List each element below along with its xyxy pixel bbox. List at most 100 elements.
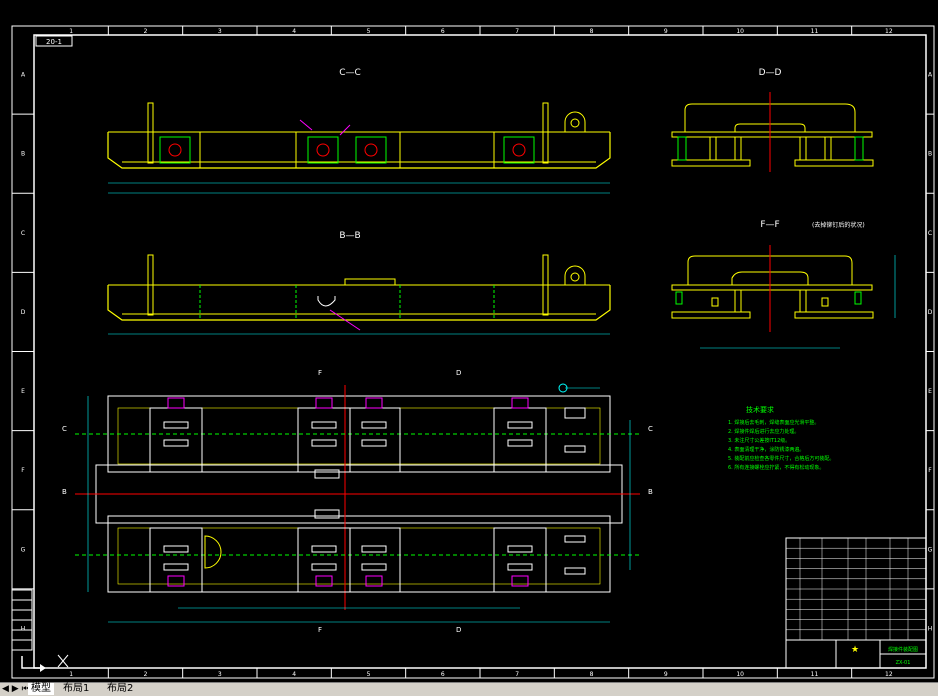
cc-post-right: [542, 102, 549, 164]
column-number-bottom: 8: [590, 671, 594, 678]
dd-web-1: [677, 136, 687, 161]
revision-block: [11, 589, 33, 651]
cc-bearing-3: [355, 136, 387, 164]
cc-lug-hole: [570, 118, 580, 128]
column-number-top: 1: [69, 28, 73, 35]
view-dd: D—D: [671, 68, 874, 172]
bb-hook: [317, 296, 336, 307]
row-letter-left: D: [21, 309, 26, 316]
drawing-number: ZX-01: [896, 660, 911, 666]
tech-line: 4. 表面清理干净，涂防锈漆两遍。: [728, 446, 804, 453]
ff-base-right: [794, 311, 874, 319]
cad-drawing-canvas[interactable]: 1 1 2 2 3 3 4 4 5 5 6 6 7 7 8 8 9 9 10 10 11 11 12 12 AABBCCDDE…: [0, 0, 938, 682]
tech-title: 技术要求: [746, 405, 774, 414]
tech-line: 6. 所有连接螺栓应拧紧，不得有松动现象。: [728, 464, 824, 471]
column-number-top: 11: [811, 28, 819, 35]
dd-web-6: [854, 136, 864, 161]
plan-slot-9: [163, 545, 189, 553]
plan-center-block-1: [314, 469, 340, 479]
section-mark-f-bottom: F: [318, 626, 322, 634]
title-text: 焊接件装配图: [888, 646, 918, 653]
cc-bearing-2-bore: [316, 143, 330, 157]
tech-line: 3. 未注尺寸公差按IT12级。: [728, 437, 790, 444]
section-mark-b-left: B: [62, 488, 67, 496]
sheet-code: 20-1: [46, 38, 62, 46]
section-mark-d-top: D: [456, 369, 461, 377]
technical-requirements: 技术要求 1. 焊接后去毛刺，焊缝表面应光滑平整。 2. 焊接件焊后进行去应力处理…: [728, 405, 834, 471]
tab-model[interactable]: 模型: [28, 683, 54, 695]
view-plan: [75, 383, 640, 623]
bb-plate: [344, 278, 396, 286]
tech-line: 5. 装配前应检查各零件尺寸，合格后方可装配。: [728, 455, 834, 462]
dd-base-right: [794, 159, 874, 167]
cc-leader-1: [299, 119, 313, 131]
bb-lug-hole: [570, 272, 580, 282]
plan-bolt-8: [511, 575, 529, 587]
section-markers: C C B B F F D D: [62, 369, 653, 634]
cc-bearing-1-bore: [168, 143, 182, 157]
plan-detail-circle: [204, 535, 222, 569]
plan-slot-2: [163, 439, 189, 447]
plan-bolt-3: [365, 397, 383, 409]
column-number-top: 12: [885, 28, 893, 35]
bb-lug: [564, 265, 586, 285]
column-number-top: 7: [515, 28, 519, 35]
section-mark-d-bottom: D: [456, 626, 461, 634]
column-number-top: 2: [144, 28, 148, 35]
plan-side-tab-2: [564, 445, 586, 453]
column-number-top: 6: [441, 28, 445, 35]
plan-side-tab-1: [564, 407, 586, 419]
column-number-top: 5: [367, 28, 371, 35]
row-letter-right: B: [928, 151, 932, 158]
ff-slot-4: [854, 291, 862, 305]
plan-slot-5: [361, 421, 387, 429]
title-symbol: ★: [851, 645, 859, 655]
ucs-icon: [21, 654, 69, 672]
plan-center-block-2: [314, 509, 340, 519]
plan-slot-7: [507, 421, 533, 429]
plan-bolt-7: [365, 575, 383, 587]
row-letter-right: D: [928, 309, 933, 316]
inner-border: [33, 34, 927, 669]
column-number-bottom: 3: [218, 671, 222, 678]
row-letter-left: B: [21, 151, 25, 158]
ff-web-2: [799, 289, 807, 313]
column-number-bottom: 6: [441, 671, 445, 678]
tab-layout-2[interactable]: 布局2: [104, 683, 136, 695]
view-cc: C—C: [107, 68, 611, 194]
cc-post-left: [147, 102, 154, 164]
drawing-sheet[interactable]: 112233445566778899101011111212 A AB BC CD DE…: [0, 0, 938, 682]
plan-slot-16: [507, 563, 533, 571]
dd-web-4: [799, 136, 807, 161]
section-mark-c-right: C: [648, 425, 653, 433]
column-number-bottom: 5: [367, 671, 371, 678]
tab-layout-1[interactable]: 布局1: [60, 683, 92, 695]
cc-bearing-4-bore: [512, 143, 526, 157]
row-letter-right: F: [928, 467, 932, 474]
row-letter-left: H: [21, 625, 26, 632]
layout-tab-bar: ◀ ▶ ⏮ ⏭ 模型 布局1 布局2: [0, 682, 938, 696]
bb-hull: [107, 285, 611, 321]
section-mark-f-top: F: [318, 369, 322, 377]
plan-bolt-1: [167, 397, 185, 409]
plan-side-tab-4: [564, 567, 586, 575]
column-number-top: 9: [664, 28, 668, 35]
cc-leader-2: [339, 124, 351, 136]
column-number-bottom: 7: [515, 671, 519, 678]
column-number-top: 10: [736, 28, 744, 35]
plan-bolt-5: [167, 575, 185, 587]
plan-slot-3: [311, 421, 337, 429]
plan-slot-12: [311, 563, 337, 571]
plan-bolt-6: [315, 575, 333, 587]
view-note-ff: (去掉铆钉后的状况): [812, 221, 865, 229]
dd-web-2: [709, 136, 717, 161]
plan-bolt-4: [511, 397, 529, 409]
plan-slot-6: [361, 439, 387, 447]
plan-side-tab-3: [564, 535, 586, 543]
column-number-bottom: 12: [885, 671, 893, 678]
ff-deck: [671, 284, 873, 291]
plan-bolt-2: [315, 397, 333, 409]
plan-upper-inner: [117, 407, 601, 465]
plan-lower-frame: [107, 515, 611, 593]
dd-web-5: [824, 136, 832, 161]
